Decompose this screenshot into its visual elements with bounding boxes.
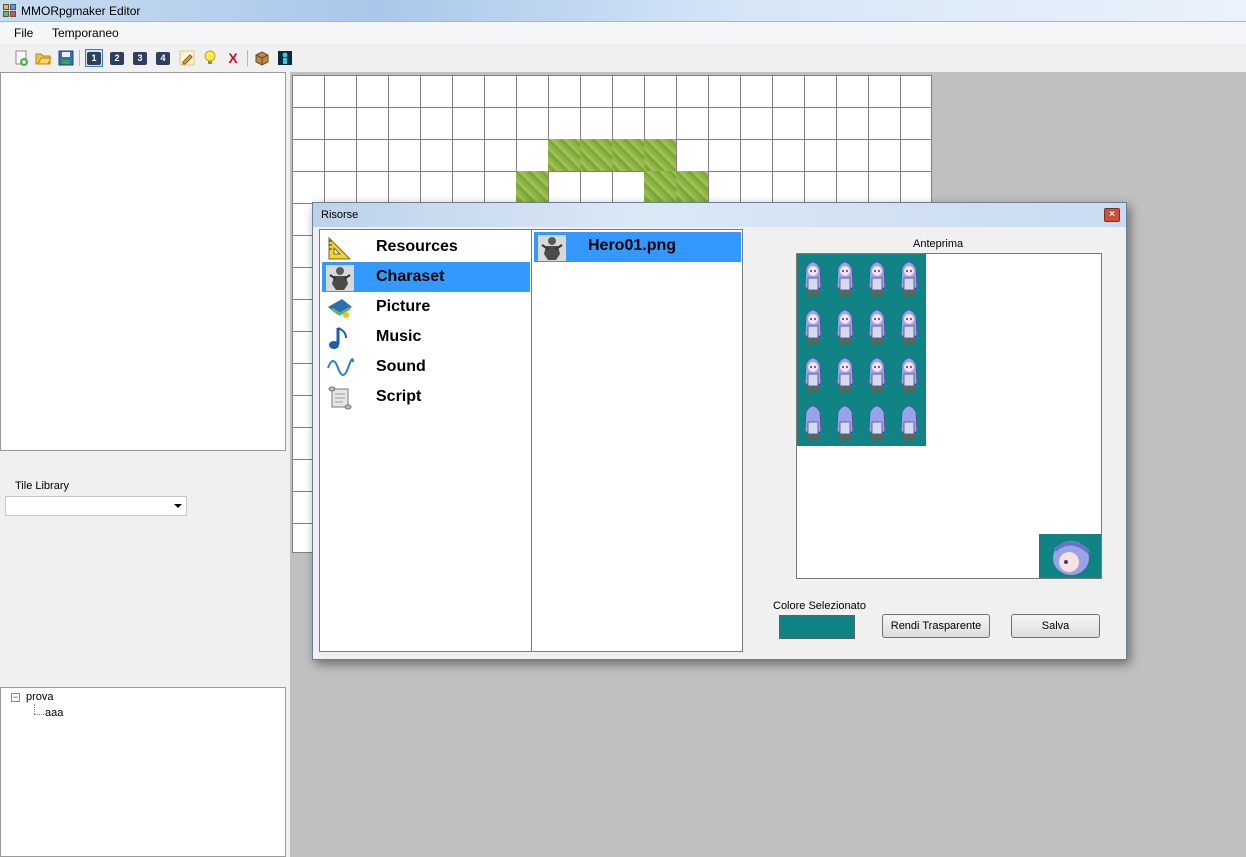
category-list[interactable]: Resources Charaset Picture Music Sound S… (319, 229, 532, 652)
file-list[interactable]: Hero01.png (531, 229, 743, 652)
category-label: Picture (376, 298, 431, 315)
tree-node-aaa[interactable]: aaa (45, 707, 63, 719)
category-label: Sound (376, 358, 426, 375)
category-label: Charaset (376, 268, 445, 285)
selected-color-label: Colore Selezionato (773, 600, 866, 612)
sprite-thumbnail (1039, 534, 1101, 578)
category-script[interactable]: Script (322, 382, 530, 412)
music-note-icon (326, 325, 354, 351)
tile-library-label: Tile Library (15, 480, 69, 492)
sprite-frame (867, 402, 887, 442)
file-item-hero01[interactable]: Hero01.png (534, 232, 741, 262)
picture-icon (326, 295, 354, 321)
category-music[interactable]: Music (322, 322, 530, 352)
app-icon (3, 4, 17, 18)
layer-2-label: 2 (110, 51, 124, 65)
save-button[interactable]: Salva (1011, 614, 1100, 638)
sprite-frame (803, 306, 823, 346)
grass-tile[interactable] (516, 171, 548, 203)
category-label: Music (376, 328, 422, 345)
menu-bar: File Temporaneo (0, 22, 1246, 44)
file-label: Hero01.png (588, 237, 677, 254)
category-resources[interactable]: Resources (322, 232, 530, 262)
sprite-frame (899, 402, 919, 442)
menu-temporaneo[interactable]: Temporaneo (52, 26, 119, 40)
sprite-frame (867, 354, 887, 394)
layer-4-label: 4 (156, 51, 170, 65)
sprite-frame (835, 354, 855, 394)
lightbulb-icon[interactable] (201, 49, 219, 67)
sprite-frame (899, 354, 919, 394)
resources-dialog: Risorse × Resources Charaset Picture Mus… (312, 202, 1127, 660)
sound-wave-icon (326, 355, 354, 381)
dialog-title-bar: Risorse × (313, 203, 1126, 227)
tile-library-dropdown[interactable] (5, 496, 187, 516)
sprite-frame (835, 258, 855, 298)
sprite-frame (899, 258, 919, 298)
charaset-sheet[interactable] (797, 254, 926, 446)
sprite-frame (803, 402, 823, 442)
title-bar: MMORpgmaker Editor (0, 0, 1246, 22)
new-icon[interactable] (12, 49, 30, 67)
dialog-title: Risorse (321, 209, 359, 221)
tile-preview-panel[interactable] (0, 72, 286, 451)
delete-icon[interactable]: X (224, 49, 242, 67)
menu-file[interactable]: File (14, 26, 33, 40)
layer-4-button[interactable]: 4 (154, 49, 172, 67)
save-icon[interactable] (57, 49, 75, 67)
sprite-frame (835, 306, 855, 346)
preview-box[interactable] (796, 253, 1102, 579)
layer-2-button[interactable]: 2 (108, 49, 126, 67)
grass-tile[interactable] (644, 139, 676, 171)
layer-1-button[interactable]: 1 (85, 49, 103, 67)
selected-color-swatch (779, 615, 855, 639)
layer-1-label: 1 (87, 51, 101, 65)
category-label: Resources (376, 238, 458, 255)
grass-tile[interactable] (644, 171, 676, 203)
sprite-frame (867, 306, 887, 346)
grass-tile[interactable] (580, 139, 612, 171)
grass-tile[interactable] (612, 139, 644, 171)
category-charaset[interactable]: Charaset (322, 262, 530, 292)
sprite-frame (803, 258, 823, 298)
layer-3-label: 3 (133, 51, 147, 65)
scroll-icon (326, 385, 354, 411)
sprite-frame (803, 354, 823, 394)
layer-3-button[interactable]: 3 (131, 49, 149, 67)
grass-tile[interactable] (548, 139, 580, 171)
box-icon[interactable] (253, 49, 271, 67)
sprite-frame (899, 306, 919, 346)
category-picture[interactable]: Picture (322, 292, 530, 322)
pencil-icon[interactable] (178, 49, 196, 67)
open-icon[interactable] (34, 49, 52, 67)
grass-tile[interactable] (676, 171, 708, 203)
character-icon (326, 265, 354, 291)
category-label: Script (376, 388, 422, 405)
close-icon[interactable]: × (1104, 208, 1120, 222)
triangle-ruler-icon (326, 235, 354, 261)
make-transparent-button[interactable]: Rendi Trasparente (882, 614, 990, 638)
character-icon (538, 235, 566, 261)
window-title: MMORpgmaker Editor (21, 4, 141, 18)
map-tree[interactable]: − prova aaa (0, 687, 286, 857)
preview-label: Anteprima (913, 238, 964, 250)
sprite-frame (835, 402, 855, 442)
collapse-icon[interactable]: − (11, 693, 20, 702)
toolbar: 1 2 3 4 X (0, 45, 1246, 71)
character-icon[interactable] (276, 49, 294, 67)
tree-node-prova[interactable]: prova (26, 691, 54, 703)
sprite-frame (867, 258, 887, 298)
chevron-down-icon[interactable] (174, 504, 182, 508)
category-sound[interactable]: Sound (322, 352, 530, 382)
